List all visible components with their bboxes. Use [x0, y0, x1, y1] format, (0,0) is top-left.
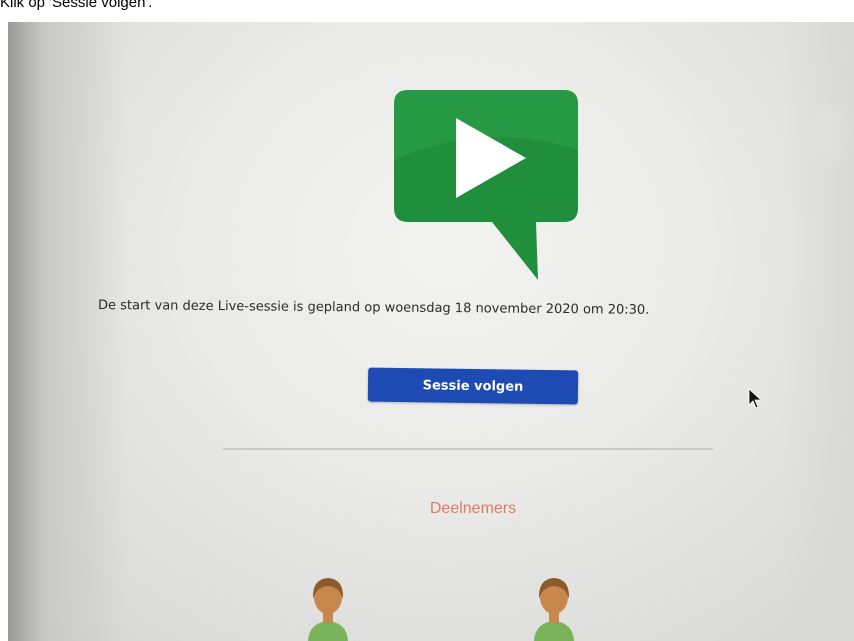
play-speech-bubble-icon: [394, 90, 578, 280]
follow-session-button[interactable]: Sessie volgen: [367, 367, 579, 405]
instruction-caption: Klik op 'Sessie volgen'.: [0, 0, 854, 22]
section-divider: [223, 448, 713, 450]
user-avatar-icon: [534, 578, 574, 641]
participants-heading: Deelnemers: [429, 500, 517, 517]
screen-photo: De start van deze Live-sessie is gepland…: [8, 8, 854, 641]
instruction-caption-text: Klik op 'Sessie volgen'.: [0, 0, 153, 11]
screen-glare: [794, 103, 854, 163]
session-schedule-text: De start van deze Live-sessie is gepland…: [97, 298, 650, 318]
mouse-pointer-icon: [748, 388, 762, 409]
user-avatar-icon: [308, 578, 348, 641]
